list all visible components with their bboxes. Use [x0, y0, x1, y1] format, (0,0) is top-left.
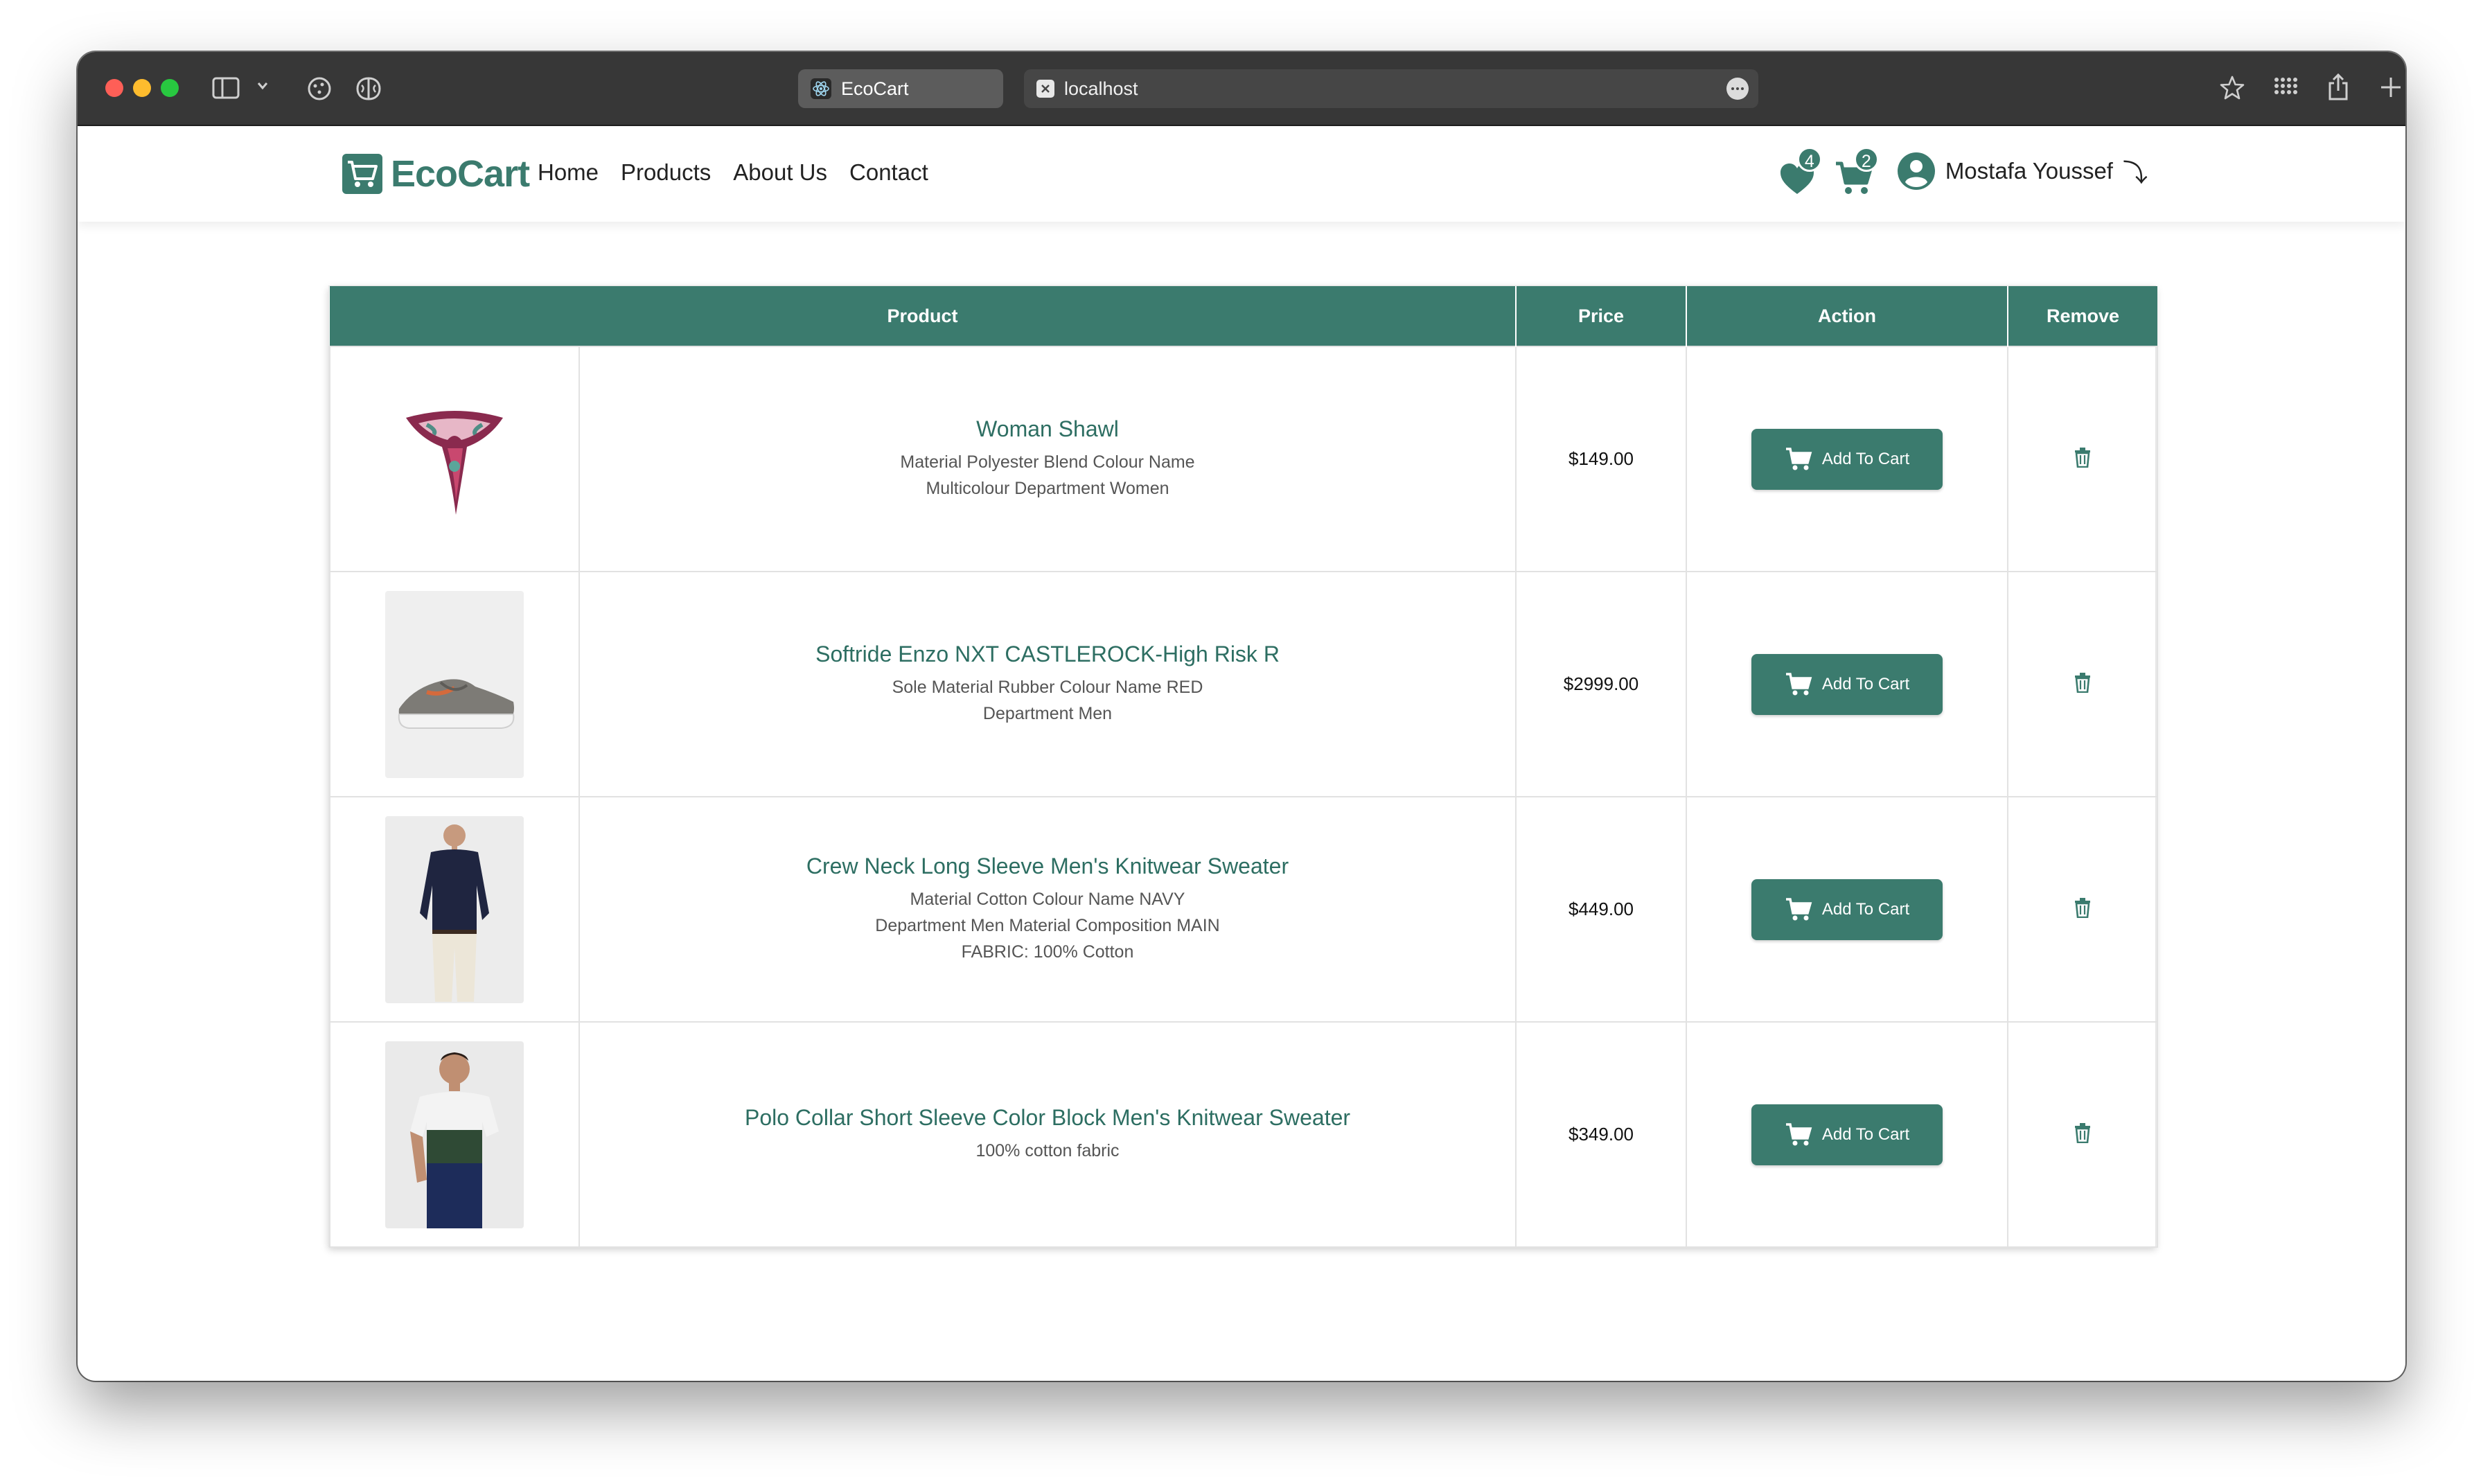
trash-icon[interactable] [2074, 897, 2092, 921]
new-tab-plus-icon[interactable] [2379, 76, 2403, 99]
header-remove: Remove [2008, 286, 2158, 346]
user-name: Mostafa Youssef [1945, 158, 2113, 184]
wishlist-count-badge: 4 [1796, 147, 1822, 172]
add-to-cart-label: Add To Cart [1821, 674, 1910, 694]
product-price: $149.00 [1569, 448, 1634, 469]
product-image-cell [329, 346, 580, 572]
product-image-cell [329, 1021, 580, 1248]
cart-icon [1785, 1122, 1812, 1145]
product-image-cell [329, 796, 580, 1023]
add-to-cart-button[interactable]: Add To Cart [1751, 428, 1943, 490]
logout-arrow-icon[interactable]: ⤵ [2123, 153, 2148, 189]
product-title[interactable]: Polo Collar Short Sleeve Color Block Men… [580, 1105, 1515, 1131]
nav-right: 4 2 Mostafa Youssef ⤵ [1776, 147, 2148, 195]
product-price: $349.00 [1569, 1124, 1634, 1145]
table-row: Softride Enzo NXT CASTLEROCK-High Risk R… [329, 571, 2159, 797]
cart-logo-icon [342, 154, 382, 194]
logo-text: EcoCart [391, 153, 530, 195]
sidebar-icon[interactable] [212, 76, 240, 100]
bookmark-star-icon[interactable] [2218, 74, 2246, 102]
header-price: Price [1516, 286, 1688, 346]
table-header-row: Product Price Action Remove [330, 286, 2158, 346]
wishlist-table: Product Price Action Remove Woman Shawl … [328, 285, 2159, 1248]
user-menu[interactable]: Mostafa Youssef ⤵ [1897, 152, 2148, 191]
chevron-down-icon[interactable] [256, 81, 269, 91]
product-description: 100% cotton fabric [975, 1141, 1120, 1160]
site-navbar: EcoCart Home Products About Us Contact 4… [78, 126, 2405, 222]
add-to-cart-button[interactable]: Add To Cart [1751, 1104, 1943, 1165]
header-action: Action [1686, 286, 2009, 346]
table-row: Woman Shawl Material Polyester Blend Col… [329, 346, 2159, 572]
product-image-sneaker[interactable] [385, 590, 524, 778]
grid-icon[interactable] [2272, 76, 2299, 100]
product-description: Material Polyester Blend Colour Name Mul… [900, 452, 1195, 498]
minimize-window-button[interactable] [133, 79, 151, 97]
extension-brain-icon[interactable] [355, 76, 382, 102]
add-to-cart-label: Add To Cart [1821, 1124, 1910, 1144]
product-image-polo-man[interactable] [385, 1041, 524, 1228]
wishlist-button[interactable]: 4 [1776, 147, 1822, 195]
share-icon[interactable] [2326, 73, 2350, 102]
nav-links: Home Products About Us Contact [538, 159, 928, 186]
product-price: $2999.00 [1563, 673, 1639, 694]
cart-icon [1785, 897, 1812, 920]
product-description: Material Cotton Colour Name NAVY Departm… [875, 890, 1220, 962]
add-to-cart-button[interactable]: Add To Cart [1751, 653, 1943, 715]
table-row: Polo Collar Short Sleeve Color Block Men… [329, 1021, 2159, 1248]
product-description: Sole Material Rubber Colour Name RED Dep… [892, 678, 1203, 723]
cart-icon [1785, 447, 1812, 470]
product-title[interactable]: Softride Enzo NXT CASTLEROCK-High Risk R [580, 642, 1515, 667]
close-window-button[interactable] [105, 79, 123, 97]
nav-link-contact[interactable]: Contact [849, 159, 928, 186]
product-price: $449.00 [1569, 899, 1634, 919]
add-to-cart-button[interactable]: Add To Cart [1751, 878, 1943, 940]
tab-title: EcoCart [841, 78, 909, 99]
trash-icon[interactable] [2074, 672, 2092, 696]
product-info-cell: Crew Neck Long Sleeve Men's Knitwear Swe… [578, 796, 1517, 1023]
product-title[interactable]: Crew Neck Long Sleeve Men's Knitwear Swe… [580, 854, 1515, 879]
nav-link-products[interactable]: Products [621, 159, 711, 186]
product-image-cell [329, 571, 580, 797]
browser-window: EcoCart localhost EcoCart Home Products … [78, 52, 2405, 1381]
site-logo[interactable]: EcoCart [339, 151, 530, 197]
product-image-navy-sweater-man[interactable] [385, 815, 524, 1003]
add-to-cart-label: Add To Cart [1821, 899, 1910, 919]
header-product: Product [330, 286, 1517, 346]
address-bar[interactable]: localhost [1024, 69, 1758, 108]
privacy-report-icon[interactable] [306, 76, 333, 102]
product-title[interactable]: Woman Shawl [580, 416, 1515, 442]
close-tab-icon[interactable] [1036, 80, 1054, 98]
nav-link-home[interactable]: Home [538, 159, 599, 186]
more-options-icon[interactable] [1726, 78, 1749, 100]
react-favicon-icon [811, 78, 831, 99]
trash-icon[interactable] [2074, 447, 2092, 471]
maximize-window-button[interactable] [161, 79, 179, 97]
product-info-cell: Woman Shawl Material Polyester Blend Col… [578, 346, 1517, 572]
address-text: localhost [1064, 78, 1138, 99]
nav-link-about-us[interactable]: About Us [733, 159, 827, 186]
cart-icon [1785, 672, 1812, 695]
cart-button[interactable]: 2 [1833, 147, 1879, 195]
product-info-cell: Polo Collar Short Sleeve Color Block Men… [578, 1021, 1517, 1248]
browser-titlebar: EcoCart localhost [78, 52, 2405, 126]
tab-ecocart[interactable]: EcoCart [798, 69, 1003, 108]
product-image-scarf[interactable] [385, 366, 524, 553]
user-avatar-icon [1897, 152, 1935, 190]
cart-count-badge: 2 [1853, 147, 1879, 172]
trash-icon[interactable] [2074, 1122, 2092, 1147]
table-row: Crew Neck Long Sleeve Men's Knitwear Swe… [329, 796, 2159, 1023]
product-info-cell: Softride Enzo NXT CASTLEROCK-High Risk R… [578, 571, 1517, 797]
add-to-cart-label: Add To Cart [1821, 449, 1910, 468]
